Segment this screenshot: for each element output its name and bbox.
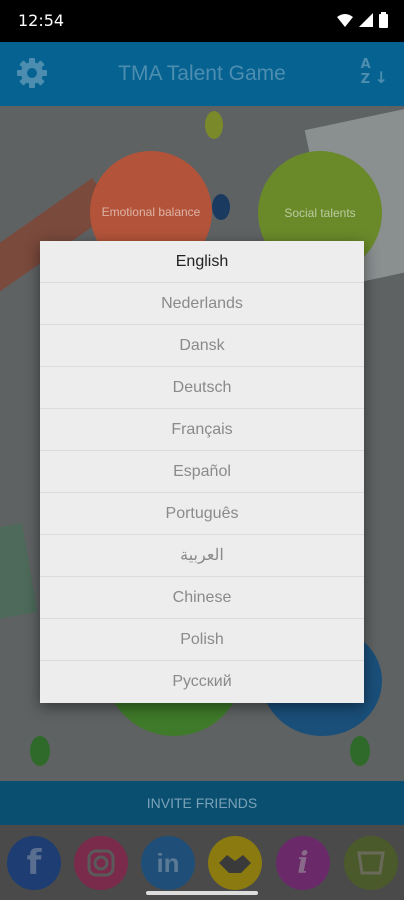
language-option-chinese[interactable]: Chinese xyxy=(40,577,364,619)
signal-icon xyxy=(359,13,373,27)
language-option-nederlands[interactable]: Nederlands xyxy=(40,283,364,325)
linkedin-icon[interactable]: in xyxy=(141,836,195,890)
sort-az-icon[interactable]: AZ ↓ xyxy=(361,58,388,86)
cards-icon[interactable] xyxy=(344,836,398,890)
app-title: TMA Talent Game xyxy=(118,62,286,85)
instagram-icon[interactable] xyxy=(74,836,128,890)
language-option-portugues[interactable]: Português xyxy=(40,493,364,535)
facebook-icon[interactable]: f xyxy=(7,836,61,890)
home-indicator xyxy=(146,891,258,895)
category-label: Emotional balance xyxy=(101,205,201,219)
language-option-english[interactable]: English xyxy=(40,241,364,283)
category-label: Social talents xyxy=(284,206,356,220)
language-option-deutsch[interactable]: Deutsch xyxy=(40,367,364,409)
language-option-arabic[interactable]: العربية xyxy=(40,535,364,577)
language-option-polish[interactable]: Polish xyxy=(40,619,364,661)
language-option-dansk[interactable]: Dansk xyxy=(40,325,364,367)
board-dot xyxy=(205,111,223,139)
status-icons xyxy=(337,12,388,28)
social-row: f in i xyxy=(0,825,404,900)
handshake-icon[interactable] xyxy=(208,836,262,890)
info-icon[interactable]: i xyxy=(276,836,330,890)
status-time: 12:54 xyxy=(18,11,65,30)
language-option-russian[interactable]: Русский xyxy=(40,661,364,702)
board-dot xyxy=(30,736,50,766)
language-option-espanol[interactable]: Español xyxy=(40,451,364,493)
language-option-francais[interactable]: Français xyxy=(40,409,364,451)
status-bar: 12:54 xyxy=(0,0,404,42)
language-dialog: English Nederlands Dansk Deutsch Françai… xyxy=(40,241,364,703)
board-card xyxy=(0,523,38,619)
app-bar: TMA Talent Game AZ ↓ xyxy=(0,42,404,106)
board-dot xyxy=(350,736,370,766)
battery-icon xyxy=(379,12,388,28)
invite-friends-button[interactable]: INVITE FRIENDS xyxy=(0,781,404,825)
wifi-icon xyxy=(337,14,353,27)
board-dot xyxy=(212,194,230,220)
